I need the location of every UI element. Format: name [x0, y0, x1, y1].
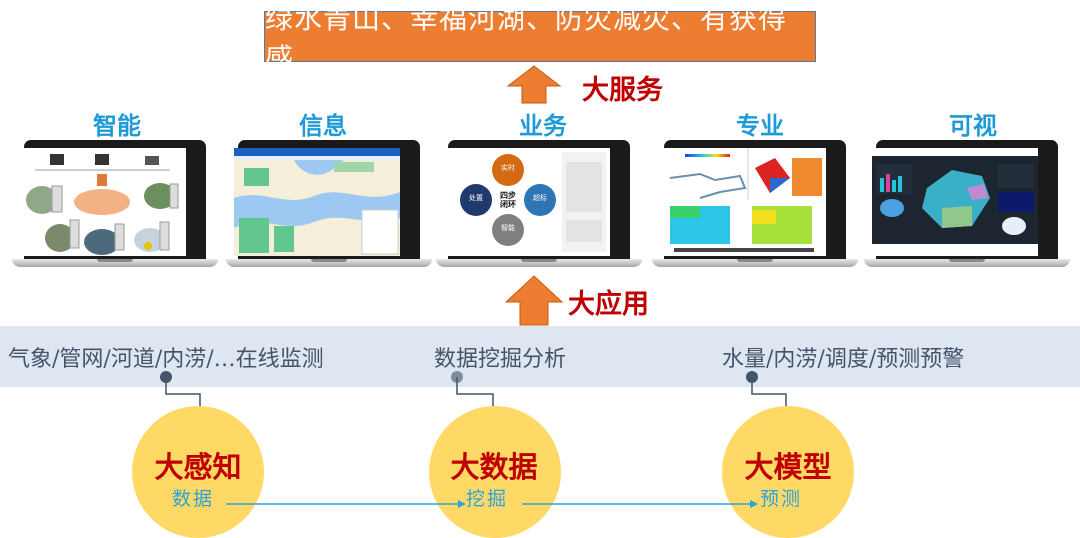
up-arrow-icon [506, 65, 562, 104]
dashboard-screenshot [872, 148, 1038, 256]
model-charts-screenshot [660, 148, 826, 256]
laptop-title-business: 业务 [519, 112, 567, 140]
svg-text:实时: 实时 [501, 163, 515, 172]
laptop-visual [864, 140, 1070, 270]
laptop-smart [12, 140, 218, 270]
svg-text:处置: 处置 [469, 193, 483, 202]
monitoring-network-screenshot [20, 148, 186, 256]
laptop-title-professional: 专业 [736, 112, 784, 140]
goal-banner: 绿水青山、幸福河湖、防灾减灾、有获得感 [264, 2, 816, 75]
four-step-loop-screenshot: 四步 闭环 实时 超标 智能 处置 [444, 148, 610, 256]
svg-text:闭环: 闭环 [500, 199, 516, 209]
arrow-head-icon [750, 500, 758, 508]
svg-text:超标: 超标 [533, 193, 547, 202]
svg-text:智能: 智能 [501, 223, 515, 232]
circle-title-big-data: 大数据 [450, 450, 538, 484]
laptop-business: 四步 闭环 实时 超标 智能 处置 [436, 140, 642, 270]
band-item-forecast: 水量/内涝/调度/预测预警 [722, 347, 965, 372]
circle-title-perception: 大感知 [154, 450, 242, 484]
band-item-monitoring: 气象/管网/河道/内涝/…在线监测 [8, 347, 324, 372]
svg-text:四步: 四步 [500, 190, 516, 200]
band-item-data-mining: 数据挖掘分析 [434, 347, 567, 372]
laptop-title-info: 信息 [299, 112, 347, 140]
laptop-title-visual: 可视 [949, 112, 997, 140]
laptop-title-smart: 智能 [93, 112, 141, 140]
service-label: 大服务 [582, 75, 663, 106]
arrow-head-icon [458, 500, 466, 508]
laptop-info [226, 140, 432, 270]
laptop-professional [652, 140, 858, 270]
gis-map-screenshot [234, 148, 400, 256]
application-label: 大应用 [568, 289, 649, 320]
up-arrow-icon [504, 275, 564, 326]
flow-arrows [226, 500, 758, 508]
circle-title-big-model: 大模型 [744, 450, 832, 484]
